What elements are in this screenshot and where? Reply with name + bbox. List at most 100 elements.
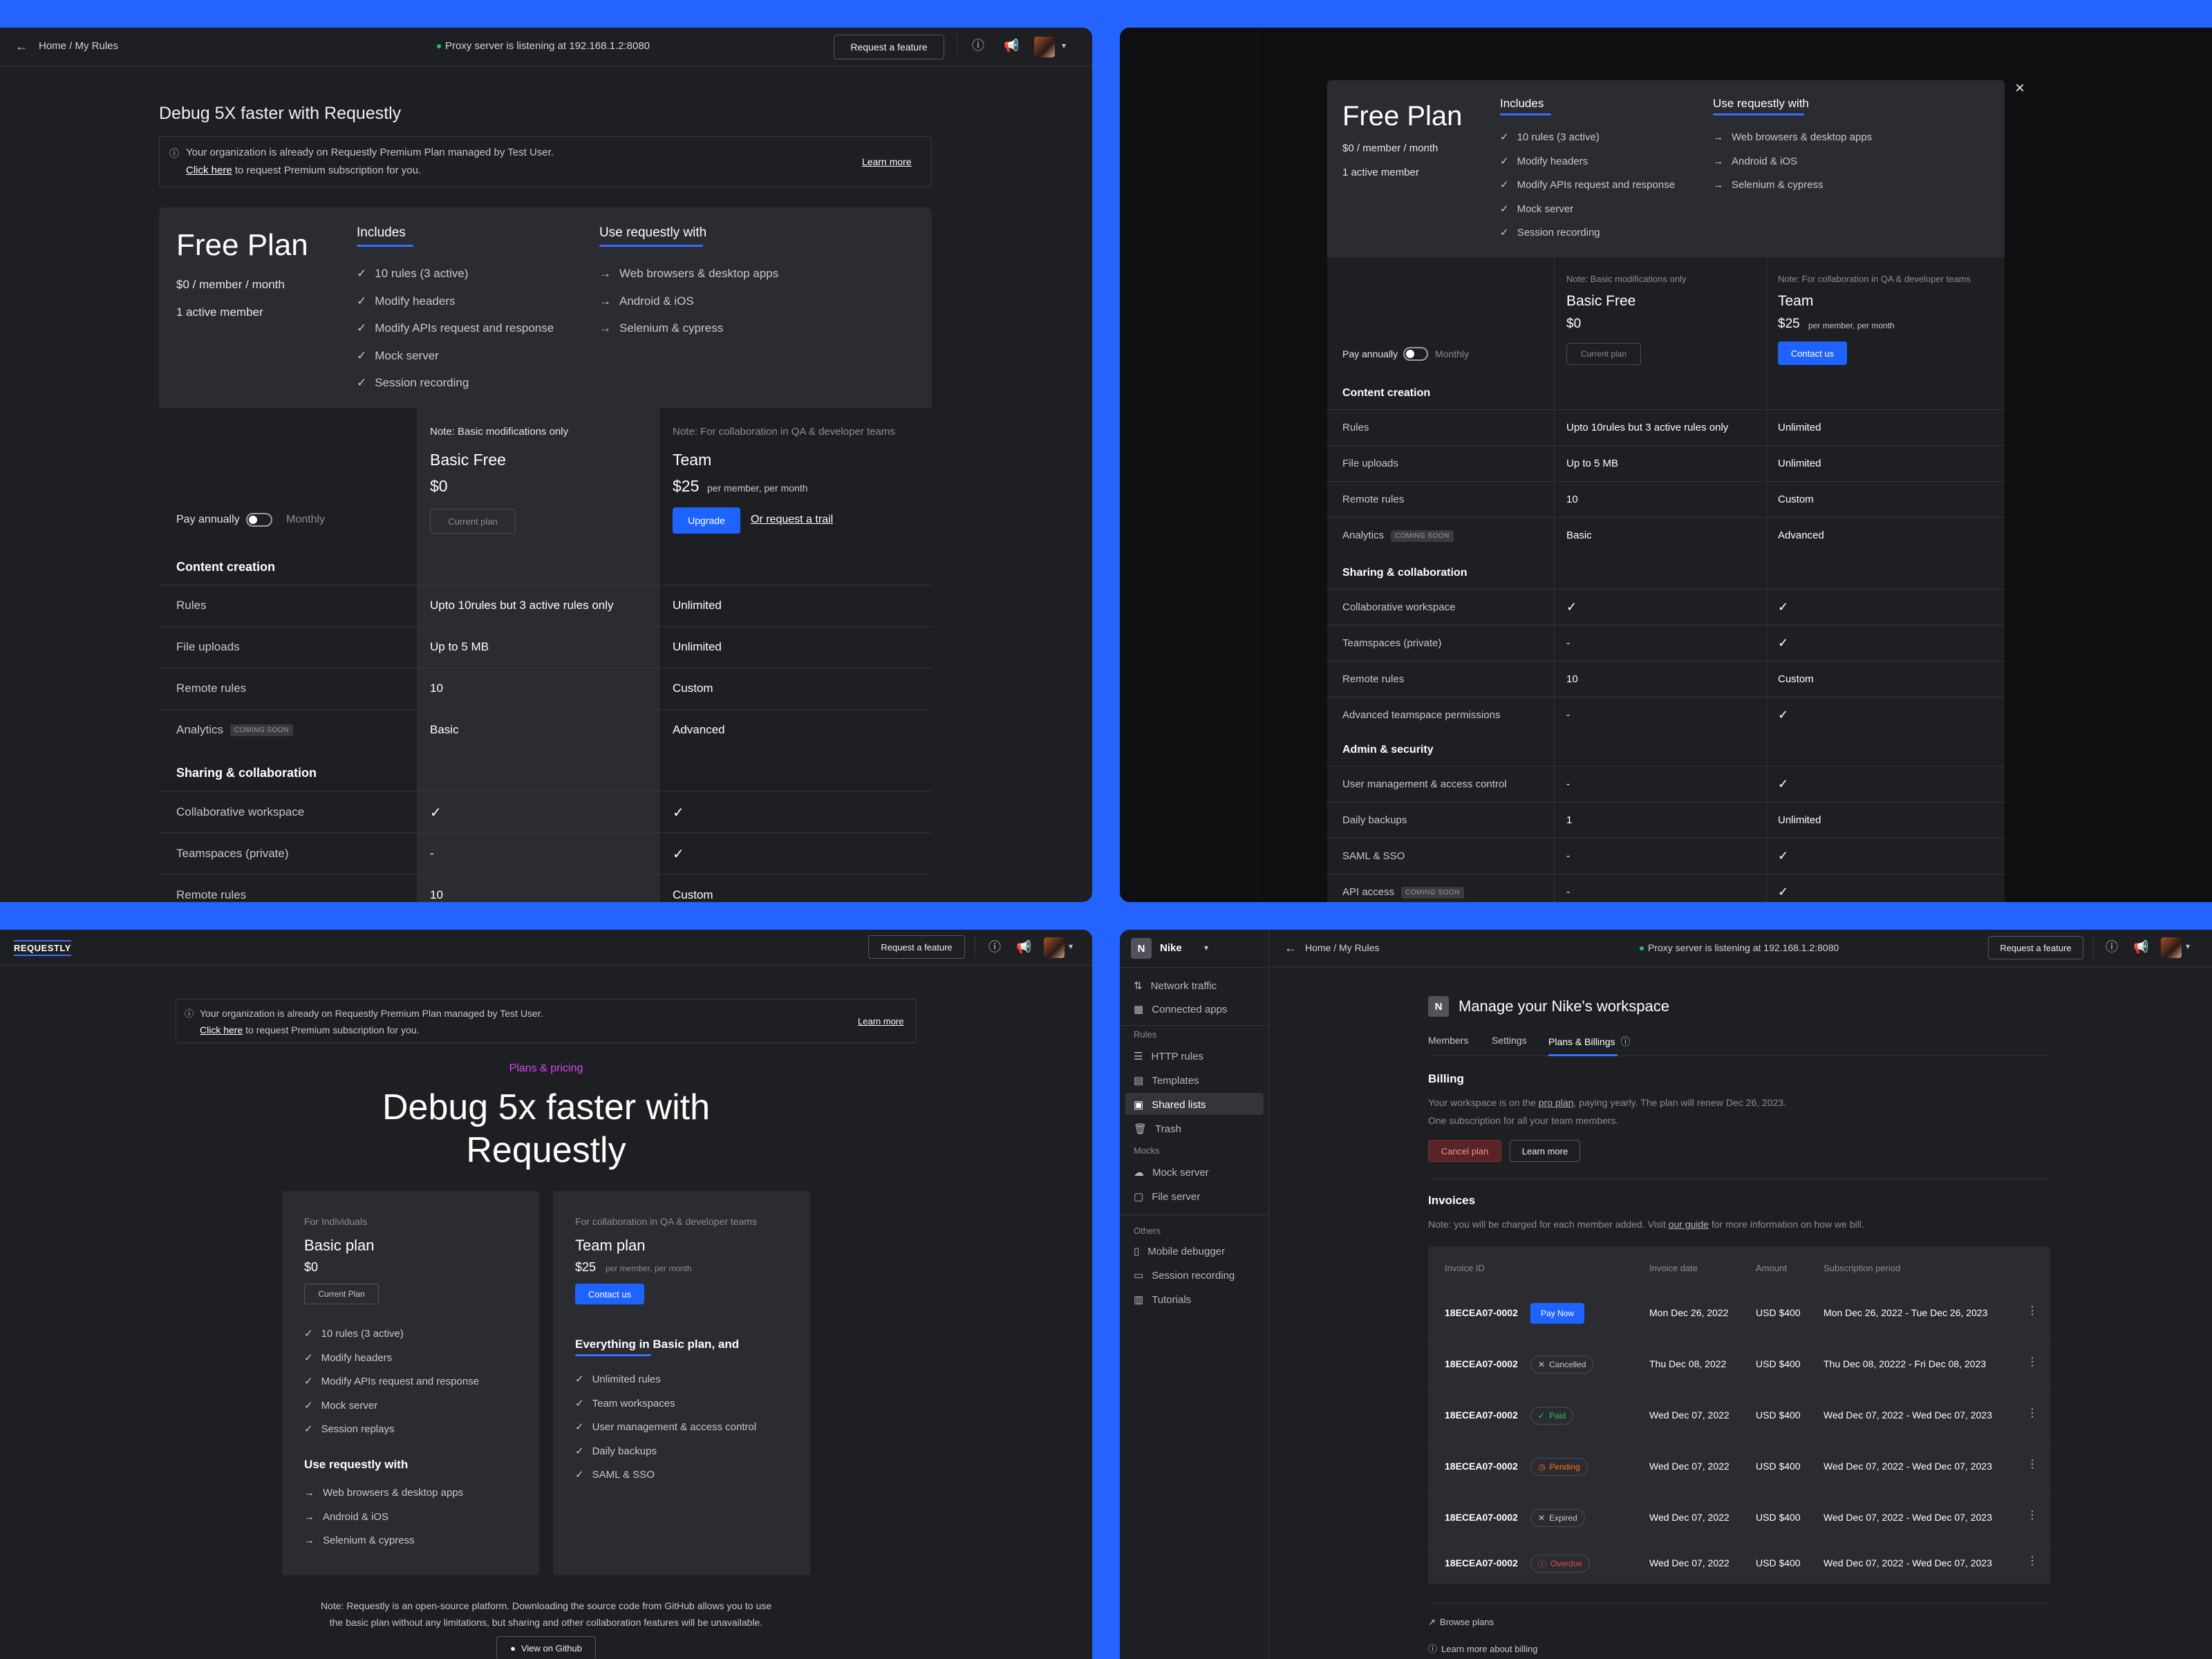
trash-icon: 🗑: [1134, 1123, 1147, 1135]
use-with-list: Web browsers & desktop apps Android & iO…: [304, 1481, 463, 1553]
view-on-github-button[interactable]: ● View on Github: [496, 1636, 596, 1659]
invoice-id: 18ECEA07-0002: [1445, 1512, 1518, 1523]
chevron-down-icon[interactable]: ▾: [1069, 942, 1073, 950]
table-row[interactable]: 18ECEA07-0002 ✕ Cancelled Thu Dec 08, 202…: [1428, 1340, 2050, 1391]
includes-title: Includes: [1500, 97, 1544, 110]
billing-cycle-toggle[interactable]: [246, 513, 272, 527]
breadcrumb[interactable]: Home / My Rules: [39, 40, 118, 52]
workspace-avatar[interactable]: N: [1131, 938, 1152, 959]
sidebar-item-trash[interactable]: 🗑 Trash: [1134, 1123, 1181, 1135]
note-part: for more information on how we bill.: [1708, 1219, 1864, 1230]
list-item: Modify headers: [304, 1347, 479, 1371]
current-plan-button[interactable]: Current Plan: [304, 1284, 379, 1304]
learn-more-link[interactable]: Learn more: [858, 1016, 903, 1027]
help-icon[interactable]: ⓘ: [988, 941, 1001, 953]
check-icon: ✓: [1778, 600, 1789, 614]
billing-cycle-toggle[interactable]: [1403, 347, 1428, 361]
subscription-period: Thu Dec 08, 20222 - Fri Dec 08, 2023: [1824, 1358, 1987, 1369]
avatar[interactable]: [1044, 937, 1065, 958]
table-row[interactable]: 18ECEA07-0002 ⓘ Overdue Wed Dec 07, 2022 …: [1428, 1545, 2050, 1584]
table-row[interactable]: 18ECEA07-0002 Pay Now Mon Dec 26, 2022 U…: [1428, 1289, 2050, 1340]
browse-plans-link[interactable]: ↗ Browse plans: [1428, 1617, 1494, 1628]
more-options-icon[interactable]: ⋮: [2027, 1357, 2038, 1368]
free-plan-card: Free Plan $0 / member / month 1 active m…: [1327, 80, 2005, 257]
request-trial-link[interactable]: Or request a trail: [751, 514, 833, 526]
invoices-title: Invoices: [1428, 1194, 1476, 1207]
subscription-period: Wed Dec 07, 2022 - Wed Dec 07, 2023: [1824, 1409, 1992, 1421]
list-item: Web browsers & desktop apps: [304, 1481, 463, 1506]
team-plan-name: Team: [673, 451, 712, 469]
title-line: Debug 5x faster with: [382, 1087, 711, 1127]
request-feature-button[interactable]: Request a feature: [868, 935, 965, 959]
current-plan-button[interactable]: Current plan: [1566, 343, 1641, 365]
list-item: Session recording: [1500, 221, 1675, 245]
announcement-icon[interactable]: 📢: [1004, 39, 1019, 52]
column-header: Invoice ID: [1445, 1263, 1485, 1273]
sidebar-item-connected-apps[interactable]: ▦ Connected apps: [1134, 1003, 1227, 1015]
sidebar-item-mock-server[interactable]: ☁ Mock server: [1134, 1166, 1209, 1179]
subscription-period: Mon Dec 26, 2022 - Tue Dec 26, 2023: [1824, 1307, 1988, 1318]
table-row[interactable]: 18ECEA07-0002 ◷ Pending Wed Dec 07, 2022 …: [1428, 1443, 2050, 1494]
back-arrow-icon[interactable]: ←: [15, 40, 28, 53]
learn-billing-link[interactable]: ⓘ Learn more about billing: [1428, 1642, 1538, 1655]
monthly-label: Monthly: [286, 514, 326, 525]
chevron-down-icon[interactable]: ▾: [2186, 942, 2190, 950]
request-feature-button[interactable]: Request a feature: [1988, 936, 2083, 959]
breadcrumb[interactable]: Home / My Rules: [1305, 942, 1379, 953]
list-item: Session recording: [357, 369, 554, 397]
sidebar-item-http-rules[interactable]: ☰ HTTP rules: [1134, 1050, 1203, 1062]
close-icon: ✕: [1538, 1360, 1546, 1369]
more-options-icon[interactable]: ⋮: [2027, 1306, 2038, 1317]
back-arrow-icon[interactable]: ←: [1284, 941, 1297, 954]
tab-plans-billings[interactable]: Plans & Billings ⓘ: [1548, 1035, 1631, 1049]
divider: [1327, 517, 2005, 518]
sidebar-item-network-traffic[interactable]: ⇅ Network traffic: [1134, 980, 1217, 992]
tab-settings[interactable]: Settings: [1492, 1035, 1527, 1046]
tab-members[interactable]: Members: [1428, 1035, 1468, 1046]
sidebar-item-tutorials[interactable]: ▥ Tutorials: [1134, 1293, 1191, 1306]
list-item: SAML & SSO: [575, 1463, 756, 1488]
sidebar-item-mobile-debugger[interactable]: ▯ Mobile debugger: [1134, 1245, 1225, 1257]
table-row[interactable]: 18ECEA07-0002 ✕ Expired Wed Dec 07, 2022 …: [1428, 1494, 2050, 1545]
invoice-id: 18ECEA07-0002: [1445, 1557, 1518, 1568]
sidebar-item-label: Templates: [1152, 1075, 1199, 1087]
click-here-link[interactable]: Click here: [200, 1024, 243, 1035]
plan-title: Free Plan: [176, 228, 308, 262]
request-feature-button[interactable]: Request a feature: [834, 35, 944, 59]
sidebar-item-session-recording[interactable]: ▭ Session recording: [1134, 1269, 1235, 1282]
announcement-icon[interactable]: 📢: [1016, 941, 1031, 953]
sidebar-item-templates[interactable]: ▤ Templates: [1134, 1074, 1199, 1087]
more-options-icon[interactable]: ⋮: [2027, 1556, 2038, 1567]
more-options-icon[interactable]: ⋮: [2027, 1408, 2038, 1419]
sidebar-item-file-server[interactable]: ▢ File server: [1134, 1190, 1200, 1203]
requestly-logo[interactable]: REQUESTLY: [14, 940, 71, 956]
close-icon[interactable]: ×: [2015, 80, 2025, 97]
help-icon[interactable]: ⓘ: [972, 39, 984, 52]
our-guide-link[interactable]: our guide: [1669, 1219, 1709, 1230]
announcement-icon[interactable]: 📢: [2133, 941, 2148, 953]
pay-now-button[interactable]: Pay Now: [1530, 1303, 1584, 1324]
contact-us-button[interactable]: Contact us: [575, 1284, 644, 1304]
upgrade-button[interactable]: Upgrade: [673, 507, 740, 534]
more-options-icon[interactable]: ⋮: [2027, 1510, 2038, 1521]
basic-plan-price: $0: [1566, 317, 1582, 331]
row-label: API access: [1342, 886, 1395, 898]
help-icon: ⓘ: [1428, 1644, 1438, 1654]
click-here-link[interactable]: Click here: [186, 165, 232, 176]
pro-plan-link[interactable]: pro plan: [1539, 1097, 1574, 1108]
learn-more-button[interactable]: Learn more: [1510, 1140, 1580, 1162]
current-plan-button[interactable]: Current plan: [430, 509, 516, 534]
cancel-plan-button[interactable]: Cancel plan: [1428, 1140, 1501, 1162]
chevron-down-icon[interactable]: ▾: [1204, 944, 1208, 952]
check-icon: ✓: [1778, 885, 1789, 899]
more-options-icon[interactable]: ⋮: [2027, 1459, 2038, 1470]
help-icon[interactable]: ⓘ: [2106, 941, 2118, 953]
avatar[interactable]: [2161, 937, 2182, 958]
chevron-down-icon[interactable]: ▾: [1062, 41, 1066, 50]
contact-us-button[interactable]: Contact us: [1778, 341, 1847, 365]
table-row[interactable]: 18ECEA07-0002 ✓ Paid Wed Dec 07, 2022 USD…: [1428, 1391, 2050, 1443]
sidebar-item-shared-lists[interactable]: ▣ Shared lists: [1125, 1093, 1264, 1115]
workspace-name[interactable]: Nike: [1160, 942, 1182, 954]
learn-more-link[interactable]: Learn more: [862, 156, 912, 167]
avatar[interactable]: [1034, 37, 1055, 57]
